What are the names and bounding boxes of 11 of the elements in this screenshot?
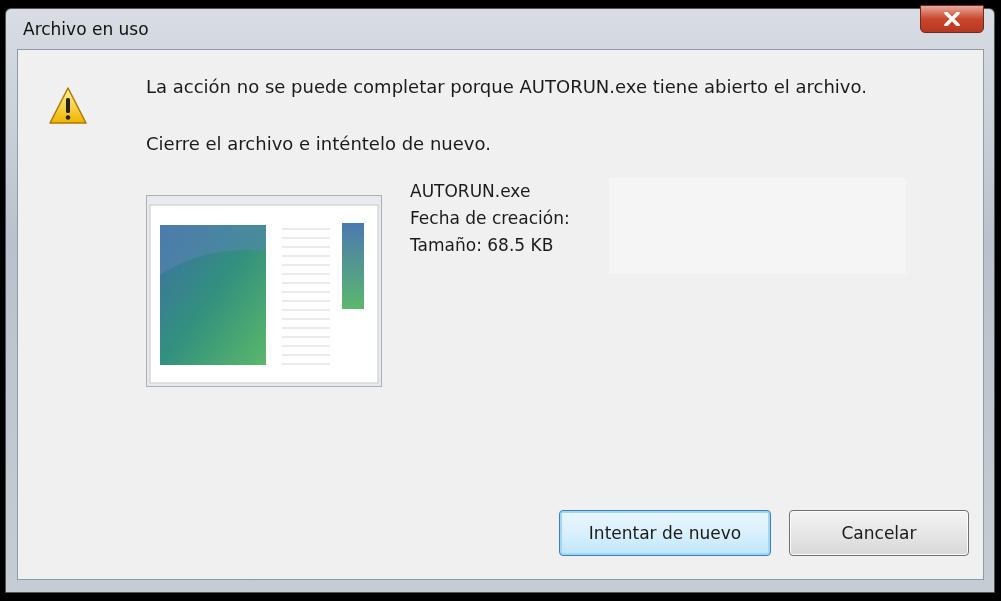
instruction-text: Cierre el archivo e inténtelo de nuevo.: [146, 132, 492, 156]
file-name: AUTORUN.exe: [410, 180, 532, 203]
cancel-button[interactable]: Cancelar: [789, 510, 969, 556]
retry-button[interactable]: Intentar de nuevo: [559, 510, 771, 556]
close-button[interactable]: [920, 5, 984, 33]
window-title: Archivo en uso: [22, 19, 149, 39]
close-icon: [944, 12, 960, 26]
file-size: Tamaño: 68.5 KB: [410, 234, 555, 257]
warning-icon: [48, 86, 88, 126]
creation-date-label: Fecha de creación:: [410, 207, 571, 230]
error-message: La acción no se puede completar porque AUTORUN.exe tiene abierto el archivo.: [146, 75, 868, 99]
